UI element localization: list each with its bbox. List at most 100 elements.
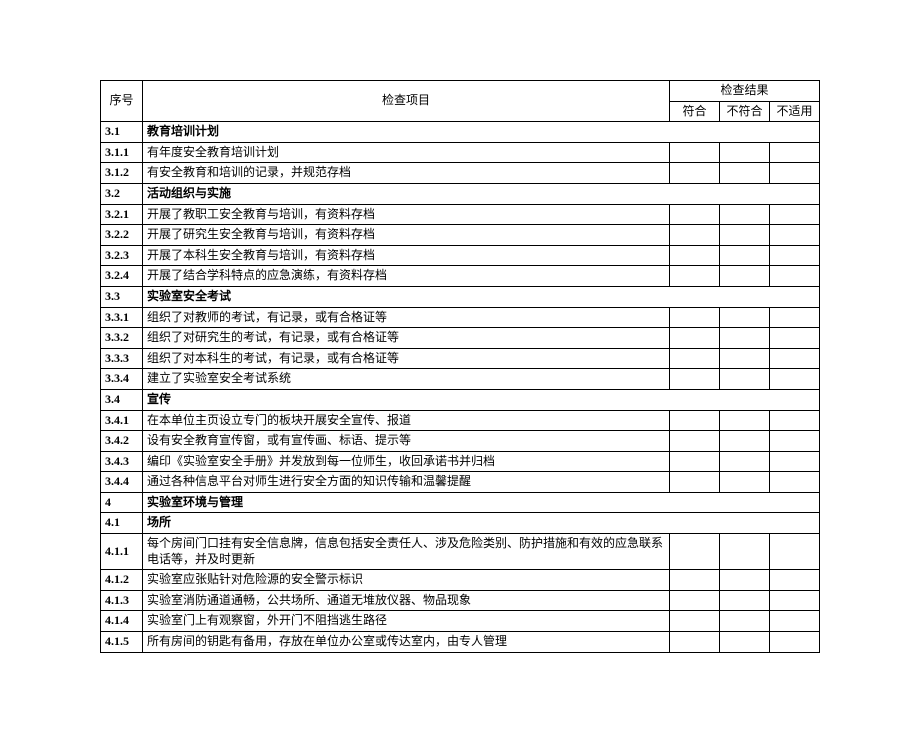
table-row: 3.4.3编印《实验室安全手册》并发放到每一位师生，收回承诺书并归档 — [101, 451, 820, 472]
result-cell — [669, 142, 719, 163]
result-cell — [669, 307, 719, 328]
result-cell — [769, 348, 819, 369]
result-cell — [769, 328, 819, 349]
result-cell — [719, 245, 769, 266]
table-row: 3.2.4开展了结合学科特点的应急演练，有资料存档 — [101, 266, 820, 287]
row-number: 3.3.3 — [101, 348, 143, 369]
table-row: 3.3实验室安全考试 — [101, 286, 820, 307]
header-item: 检查项目 — [143, 81, 670, 122]
row-number: 4.1 — [101, 513, 143, 534]
result-cell — [719, 611, 769, 632]
result-cell — [669, 163, 719, 184]
table-row: 3.4.2设有安全教育宣传窗，或有宣传画、标语、提示等 — [101, 431, 820, 452]
table-row: 4.1.1每个房间门口挂有安全信息牌，信息包括安全责任人、涉及危险类别、防护措施… — [101, 534, 820, 570]
row-number: 3.2 — [101, 183, 143, 204]
result-cell — [719, 225, 769, 246]
table-row: 4.1.4实验室门上有观察窗，外开门不阻挡逃生路径 — [101, 611, 820, 632]
item-text: 建立了实验室安全考试系统 — [143, 369, 670, 390]
table-row: 4.1.5所有房间的钥匙有备用，存放在单位办公室或传达室内，由专人管理 — [101, 632, 820, 653]
item-text: 组织了对本科生的考试，有记录，或有合格证等 — [143, 348, 670, 369]
result-cell — [719, 369, 769, 390]
row-number: 4 — [101, 492, 143, 513]
result-cell — [719, 534, 769, 570]
table-row: 3.1.2有安全教育和培训的记录，并规范存档 — [101, 163, 820, 184]
section-title: 实验室环境与管理 — [143, 492, 820, 513]
result-cell — [769, 245, 819, 266]
result-cell — [769, 225, 819, 246]
row-number: 3.1.2 — [101, 163, 143, 184]
row-number: 3.2.4 — [101, 266, 143, 287]
table-row: 3.2活动组织与实施 — [101, 183, 820, 204]
result-cell — [669, 570, 719, 591]
table-row: 4.1.3实验室消防通道通畅，公共场所、通道无堆放仪器、物品现象 — [101, 590, 820, 611]
table-row: 3.2.2开展了研究生安全教育与培训，有资料存档 — [101, 225, 820, 246]
row-number: 3.2.3 — [101, 245, 143, 266]
result-cell — [769, 534, 819, 570]
table-row: 3.2.3开展了本科生安全教育与培训，有资料存档 — [101, 245, 820, 266]
table-row: 3.1教育培训计划 — [101, 122, 820, 143]
result-cell — [669, 348, 719, 369]
table-row: 3.2.1开展了教职工安全教育与培训，有资料存档 — [101, 204, 820, 225]
row-number: 3.3.2 — [101, 328, 143, 349]
item-text: 开展了教职工安全教育与培训，有资料存档 — [143, 204, 670, 225]
header-pass: 符合 — [669, 101, 719, 122]
result-cell — [719, 348, 769, 369]
result-cell — [719, 570, 769, 591]
header-seq: 序号 — [101, 81, 143, 122]
item-text: 实验室应张贴针对危险源的安全警示标识 — [143, 570, 670, 591]
result-cell — [769, 472, 819, 493]
header-result: 检查结果 — [669, 81, 819, 102]
result-cell — [719, 204, 769, 225]
result-cell — [719, 632, 769, 653]
result-cell — [669, 534, 719, 570]
item-text: 开展了本科生安全教育与培训，有资料存档 — [143, 245, 670, 266]
result-cell — [669, 369, 719, 390]
result-cell — [719, 163, 769, 184]
row-number: 3.4 — [101, 389, 143, 410]
result-cell — [669, 266, 719, 287]
result-cell — [719, 451, 769, 472]
item-text: 开展了研究生安全教育与培训，有资料存档 — [143, 225, 670, 246]
row-number: 3.3.1 — [101, 307, 143, 328]
row-number: 3.4.3 — [101, 451, 143, 472]
result-cell — [719, 472, 769, 493]
table-row: 4.1.2实验室应张贴针对危险源的安全警示标识 — [101, 570, 820, 591]
row-number: 3.2.1 — [101, 204, 143, 225]
table-row: 4实验室环境与管理 — [101, 492, 820, 513]
table-row: 3.4.4通过各种信息平台对师生进行安全方面的知识传输和温馨提醒 — [101, 472, 820, 493]
item-text: 实验室门上有观察窗，外开门不阻挡逃生路径 — [143, 611, 670, 632]
result-cell — [719, 307, 769, 328]
row-number: 4.1.5 — [101, 632, 143, 653]
result-cell — [669, 590, 719, 611]
item-text: 编印《实验室安全手册》并发放到每一位师生，收回承诺书并归档 — [143, 451, 670, 472]
result-cell — [769, 570, 819, 591]
result-cell — [719, 142, 769, 163]
table-row: 3.3.1组织了对教师的考试，有记录，或有合格证等 — [101, 307, 820, 328]
result-cell — [769, 163, 819, 184]
item-text: 在本单位主页设立专门的板块开展安全宣传、报道 — [143, 410, 670, 431]
table-row: 3.3.4建立了实验室安全考试系统 — [101, 369, 820, 390]
result-cell — [669, 204, 719, 225]
item-text: 每个房间门口挂有安全信息牌，信息包括安全责任人、涉及危险类别、防护措施和有效的应… — [143, 534, 670, 570]
table-row: 3.1.1有年度安全教育培训计划 — [101, 142, 820, 163]
result-cell — [769, 307, 819, 328]
row-number: 3.3.4 — [101, 369, 143, 390]
result-cell — [769, 266, 819, 287]
item-text: 组织了对教师的考试，有记录，或有合格证等 — [143, 307, 670, 328]
row-number: 3.1.1 — [101, 142, 143, 163]
result-cell — [769, 431, 819, 452]
result-cell — [669, 632, 719, 653]
item-text: 通过各种信息平台对师生进行安全方面的知识传输和温馨提醒 — [143, 472, 670, 493]
result-cell — [719, 328, 769, 349]
row-number: 4.1.1 — [101, 534, 143, 570]
row-number: 3.4.4 — [101, 472, 143, 493]
table-row: 3.4.1在本单位主页设立专门的板块开展安全宣传、报道 — [101, 410, 820, 431]
result-cell — [769, 451, 819, 472]
result-cell — [669, 472, 719, 493]
result-cell — [719, 410, 769, 431]
header-na: 不适用 — [769, 101, 819, 122]
table-row: 4.1场所 — [101, 513, 820, 534]
item-text: 有年度安全教育培训计划 — [143, 142, 670, 163]
header-fail: 不符合 — [719, 101, 769, 122]
result-cell — [669, 245, 719, 266]
